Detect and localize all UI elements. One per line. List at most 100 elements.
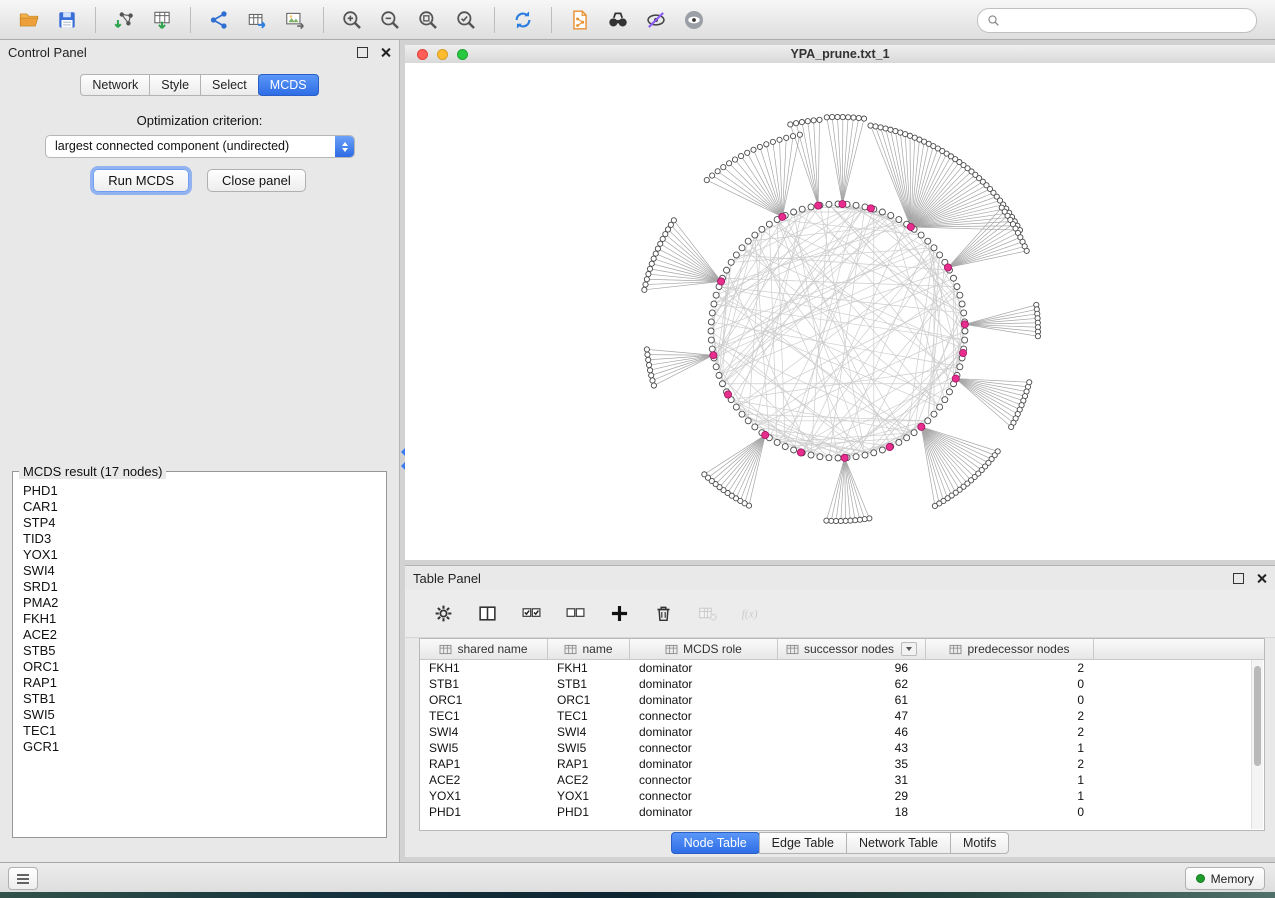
column-header-shared-name[interactable]: shared name xyxy=(420,639,548,659)
cell-successor-nodes: 43 xyxy=(778,740,926,756)
tab-motifs[interactable]: Motifs xyxy=(950,832,1009,854)
table-settings-gear-button[interactable] xyxy=(431,602,455,626)
table-row[interactable]: RAP1RAP1dominator352 xyxy=(420,756,1264,772)
save-icon xyxy=(56,9,78,31)
zoom-in-button[interactable] xyxy=(335,4,369,36)
cell-predecessor-nodes: 2 xyxy=(926,708,1094,724)
mcds-action-buttons: Run MCDS Close panel xyxy=(0,169,399,192)
column-header-predecessor-nodes[interactable]: predecessor nodes xyxy=(926,639,1094,659)
table-row[interactable]: PHD1PHD1dominator180 xyxy=(420,804,1264,820)
zoom-out-button[interactable] xyxy=(373,4,407,36)
cell-predecessor-nodes: 2 xyxy=(926,724,1094,740)
mcds-result-item[interactable]: CAR1 xyxy=(23,499,376,515)
network-canvas[interactable] xyxy=(405,63,1275,560)
table-row[interactable]: ORC1ORC1dominator610 xyxy=(420,692,1264,708)
close-panel-icon[interactable] xyxy=(380,47,391,58)
cell-successor-nodes: 18 xyxy=(778,804,926,820)
close-panel-button[interactable]: Close panel xyxy=(207,169,306,192)
cell-predecessor-nodes: 2 xyxy=(926,660,1094,676)
column-header-successor-nodes[interactable]: successor nodes xyxy=(778,639,926,659)
close-panel-icon[interactable] xyxy=(1256,573,1267,584)
sort-indicator-icon[interactable] xyxy=(901,642,917,656)
show-hide-columns-button[interactable] xyxy=(475,602,499,626)
import-table-button[interactable] xyxy=(145,4,179,36)
scrollbar-thumb[interactable] xyxy=(1254,666,1261,766)
table-row[interactable]: ACE2ACE2connector311 xyxy=(420,772,1264,788)
new-network-icon xyxy=(208,9,230,31)
tab-network[interactable]: Network xyxy=(80,74,150,96)
mcds-result-item[interactable]: SRD1 xyxy=(23,579,376,595)
memory-button[interactable]: Memory xyxy=(1185,867,1265,890)
import-network-button[interactable] xyxy=(107,4,141,36)
search-field[interactable] xyxy=(977,8,1257,33)
mcds-result-item[interactable]: SWI5 xyxy=(23,707,376,723)
node-table-body[interactable]: FKH1FKH1dominator962STB1STB1dominator620… xyxy=(420,660,1264,820)
select-all-rows-button[interactable] xyxy=(519,602,543,626)
table-row[interactable]: SWI5SWI5connector431 xyxy=(420,740,1264,756)
mcds-result-item[interactable]: ACE2 xyxy=(23,627,376,643)
column-header-label: predecessor nodes xyxy=(967,642,1069,656)
optimization-criterion-label: Optimization criterion: xyxy=(0,113,399,128)
export-table-button[interactable] xyxy=(240,4,274,36)
column-header-label: shared name xyxy=(457,642,527,656)
mcds-result-item[interactable]: PHD1 xyxy=(23,483,376,499)
mcds-result-item[interactable]: RAP1 xyxy=(23,675,376,691)
table-row[interactable]: STB1STB1dominator620 xyxy=(420,676,1264,692)
mcds-result-item[interactable]: STB1 xyxy=(23,691,376,707)
table-panel: Table Panel f(x) shared namenameMCDS rol… xyxy=(405,565,1275,857)
mcds-result-item[interactable]: TEC1 xyxy=(23,723,376,739)
mcds-result-item[interactable]: FKH1 xyxy=(23,611,376,627)
mcds-result-item[interactable]: ORC1 xyxy=(23,659,376,675)
tab-edge-table[interactable]: Edge Table xyxy=(759,832,847,854)
show-eye-button[interactable] xyxy=(677,4,711,36)
new-network-button[interactable] xyxy=(202,4,236,36)
deselect-all-rows-button[interactable] xyxy=(563,602,587,626)
table-row[interactable]: SWI4SWI4dominator462 xyxy=(420,724,1264,740)
panel-menu-button[interactable] xyxy=(8,867,38,890)
float-panel-icon[interactable] xyxy=(357,47,368,58)
refresh-layout-button[interactable] xyxy=(506,4,540,36)
search-input[interactable] xyxy=(1005,10,1256,31)
toolbar-separator xyxy=(494,7,495,33)
save-button[interactable] xyxy=(50,4,84,36)
column-header-label: name xyxy=(582,642,612,656)
mcds-result-item[interactable]: PMA2 xyxy=(23,595,376,611)
application-window: Control Panel NetworkStyleSelectMCDS Opt… xyxy=(0,0,1275,898)
table-scrollbar[interactable] xyxy=(1251,660,1263,829)
mcds-result-item[interactable]: TID3 xyxy=(23,531,376,547)
tab-node-table[interactable]: Node Table xyxy=(671,832,760,854)
cell-successor-nodes: 47 xyxy=(778,708,926,724)
mcds-result-item[interactable]: YOX1 xyxy=(23,547,376,563)
share-document-button[interactable] xyxy=(563,4,597,36)
tab-style[interactable]: Style xyxy=(149,74,201,96)
open-folder-button[interactable] xyxy=(12,4,46,36)
tab-network-table[interactable]: Network Table xyxy=(846,832,951,854)
find-binoculars-button[interactable] xyxy=(601,4,635,36)
mcds-result-item[interactable]: GCR1 xyxy=(23,739,376,755)
table-row[interactable]: TEC1TEC1connector472 xyxy=(420,708,1264,724)
mcds-result-item[interactable]: STB5 xyxy=(23,643,376,659)
delete-columns-icon xyxy=(653,603,674,624)
zoom-fit-button[interactable] xyxy=(411,4,445,36)
export-image-button[interactable] xyxy=(278,4,312,36)
criterion-dropdown[interactable]: largest connected component (undirected) xyxy=(45,135,355,158)
tab-select[interactable]: Select xyxy=(200,74,259,96)
mcds-result-list[interactable]: PHD1CAR1STP4TID3YOX1SWI4SRD1PMA2FKH1ACE2… xyxy=(13,479,386,759)
table-row[interactable]: YOX1YOX1connector291 xyxy=(420,788,1264,804)
zoom-selected-button[interactable] xyxy=(449,4,483,36)
create-column-button[interactable] xyxy=(607,602,631,626)
delete-columns-button[interactable] xyxy=(651,602,675,626)
network-graph-svg[interactable] xyxy=(405,63,1275,560)
table-row[interactable]: FKH1FKH1dominator962 xyxy=(420,660,1264,676)
mcds-result-item[interactable]: SWI4 xyxy=(23,563,376,579)
run-mcds-button[interactable]: Run MCDS xyxy=(93,169,189,192)
cell-successor-nodes: 35 xyxy=(778,756,926,772)
tab-mcds[interactable]: MCDS xyxy=(258,74,319,96)
cell-shared-name: RAP1 xyxy=(420,756,548,772)
main-toolbar xyxy=(0,0,1275,40)
float-panel-icon[interactable] xyxy=(1233,573,1244,584)
column-header-name[interactable]: name xyxy=(548,639,630,659)
toggle-visibility-button[interactable] xyxy=(639,4,673,36)
column-header-mcds-role[interactable]: MCDS role xyxy=(630,639,778,659)
mcds-result-item[interactable]: STP4 xyxy=(23,515,376,531)
